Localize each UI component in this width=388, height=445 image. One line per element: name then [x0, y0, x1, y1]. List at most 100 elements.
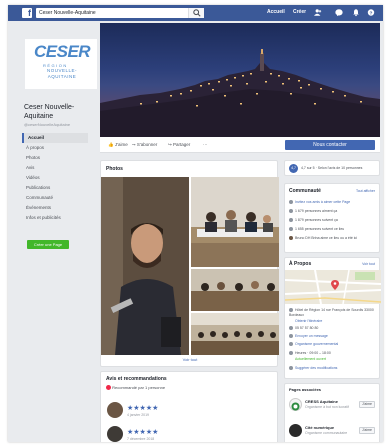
sidebar-item-communaute[interactable]: Communauté: [22, 193, 88, 203]
community-friend-row[interactable]: Bruno DH Brina aime ce lieu ou a été ici: [289, 236, 379, 241]
search-input[interactable]: Ceser Nouvelle-Aquitaine: [36, 8, 204, 18]
page-sidebar-nav: Accueil À propos Photos Avis Vidéos Publ…: [22, 133, 88, 223]
community-row-text: 1 655 personnes suivent ce lieu: [295, 227, 345, 231]
community-row-text: Bruno DH Brina aime ce lieu ou a été ici: [295, 236, 358, 240]
svg-text:?: ?: [370, 10, 373, 16]
location-pin-icon: [289, 308, 293, 313]
related-page-category: Organisme à but non lucratif: [305, 405, 349, 409]
follow-page-button[interactable]: ⤳ S'abonner: [132, 142, 157, 147]
photo-speaker-portrait[interactable]: [101, 177, 189, 355]
logo-ceser-text: CESER: [34, 42, 91, 61]
about-row-text: Organisme gouvernemental: [295, 342, 339, 346]
related-page-like-button[interactable]: J'aime: [359, 401, 375, 408]
recommendation-icon: [106, 385, 111, 391]
sidebar-item-infos-publicites[interactable]: Infos et publicités: [22, 213, 88, 223]
category-tag-icon: [289, 342, 293, 347]
photos-title: Photos: [106, 166, 123, 172]
meeting-scene: [191, 177, 279, 267]
nav-create-link[interactable]: Créer: [293, 9, 306, 15]
about-row-text: Heures · 09:00 – 18:00: [295, 351, 331, 355]
review-stars: ★★★★★: [127, 405, 159, 412]
about-title: À Propos: [289, 261, 312, 267]
like-label: J'aime: [114, 142, 128, 147]
photos-card: Photos Voir tout: [100, 160, 279, 367]
related-page-name[interactable]: Cité numérique: [305, 425, 334, 430]
page-action-bar: 👍 J'aime ⤳ S'abonner ↪ Partager ··· Nous…: [100, 137, 380, 153]
community-title: Communauté: [289, 188, 321, 194]
sidebar-item-photos[interactable]: Photos: [22, 153, 88, 163]
related-page-avatar[interactable]: [289, 398, 302, 411]
reviewer-avatar[interactable]: [107, 426, 123, 442]
photo-meeting-room-1[interactable]: [191, 177, 279, 267]
sidebar-item-a-propos[interactable]: À propos: [22, 143, 88, 153]
about-row-text: 05 57 57 80 80: [295, 326, 319, 330]
send-message-link[interactable]: Envoyer un message: [289, 334, 379, 339]
reviewer-avatar[interactable]: [107, 402, 123, 418]
page-handle[interactable]: @ceserNouvelleAquitaine: [24, 122, 70, 127]
search-icon: [193, 9, 201, 17]
related-page-like-button[interactable]: J'aime: [359, 427, 375, 434]
contact-us-button[interactable]: Nous contacter: [285, 140, 375, 150]
friend-requests-icon[interactable]: [314, 8, 322, 17]
messenger-icon[interactable]: [335, 8, 343, 17]
related-page-name[interactable]: CRESS Aquitaine: [305, 399, 338, 404]
community-likes-row: 1 679 personnes aiment ça: [289, 209, 379, 214]
assembly-scene: [191, 313, 279, 355]
community-card: Communauté Tout afficher Invitez vos ami…: [284, 183, 380, 253]
cover-photo[interactable]: [100, 23, 380, 137]
review-item[interactable]: ★★★★★ 7 décembre 2018: [107, 426, 267, 442]
community-row-text: 1 879 personnes suivent ça: [295, 218, 338, 222]
related-page-category: Organisme communautaire: [305, 431, 348, 435]
invite-friends-link[interactable]: Invitez vos amis à aimer cette Page: [289, 200, 379, 205]
about-row-text: Envoyer un message: [295, 334, 328, 338]
related-pages-title: Pages associées: [289, 387, 322, 392]
share-page-button[interactable]: ↪ Partager: [168, 142, 190, 148]
facebook-logo-icon[interactable]: f: [22, 8, 32, 18]
sidebar-item-avis[interactable]: Avis: [22, 163, 88, 173]
phone-icon: [289, 326, 293, 331]
clock-icon: [289, 351, 293, 356]
notifications-icon[interactable]: [352, 8, 360, 17]
more-options-button[interactable]: ···: [203, 142, 208, 147]
community-checkins-row: 1 655 personnes suivent ce lieu: [289, 227, 379, 232]
profile-picture[interactable]: CESER RÉGION NOUVELLE-AQUITAINE: [25, 39, 97, 89]
friend-avatar-icon: [289, 236, 293, 241]
location-map[interactable]: [285, 270, 381, 304]
like-page-button[interactable]: 👍 J'aime: [108, 142, 128, 148]
rating-text: 4,7 sur 5 · Selon l'avis de 10 personnes: [301, 166, 363, 170]
community-follows-row: 1 879 personnes suivent ça: [289, 218, 379, 223]
nav-home-link[interactable]: Accueil: [267, 9, 285, 15]
get-directions-link[interactable]: Obtenir l'itinéraire: [289, 319, 379, 324]
related-page-avatar[interactable]: [289, 424, 302, 437]
suggest-edits-link[interactable]: Suggérer des modifications: [289, 366, 379, 371]
photos-see-all-link[interactable]: Voir tout: [101, 357, 279, 362]
create-page-button[interactable]: Créer une Page: [27, 240, 69, 249]
sidebar-item-videos[interactable]: Vidéos: [22, 173, 88, 183]
hours-row[interactable]: Heures · 09:00 – 18:00: [289, 351, 379, 356]
reviews-summary-text: Recommandé par 1 personne: [112, 385, 166, 390]
help-icon[interactable]: ?: [367, 8, 375, 17]
address-row: Hôtel de Région 14 rue François de Sourd…: [289, 308, 379, 317]
related-page-item[interactable]: Cité numérique Organisme communautaire J…: [289, 424, 379, 442]
sidebar-item-evenements[interactable]: Événements: [22, 203, 88, 213]
about-see-all-link[interactable]: Voir tout: [362, 262, 375, 266]
reviews-summary: Recommandé par 1 personne: [106, 385, 166, 391]
about-row-text: Suggérer des modifications: [295, 366, 338, 370]
photo-meeting-room-2[interactable]: [191, 269, 279, 311]
page-title[interactable]: Ceser Nouvelle-Aquitaine: [24, 103, 94, 121]
cover-city-night-image: [100, 49, 380, 137]
sidebar-item-publications[interactable]: Publications: [22, 183, 88, 193]
rating-card[interactable]: 4,7 4,7 sur 5 · Selon l'avis de 10 perso…: [284, 160, 380, 176]
category-link[interactable]: Organisme gouvernemental: [289, 342, 379, 347]
related-pages-card: Pages associées CRESS Aquitaine Organism…: [284, 383, 380, 442]
photo-assembly-hall[interactable]: [191, 313, 279, 355]
messenger-small-icon: [289, 334, 293, 339]
logo-nouvelle-aquitaine-text: NOUVELLE-AQUITAINE: [46, 68, 77, 79]
related-page-item[interactable]: CRESS Aquitaine Organisme à but non lucr…: [289, 398, 379, 420]
search-button[interactable]: [188, 8, 204, 18]
review-item[interactable]: ★★★★★ 4 janvier 2019: [107, 402, 267, 424]
open-now-status: Actuellement ouvert: [295, 357, 326, 361]
community-row-text: Invitez vos amis à aimer cette Page: [295, 200, 351, 204]
sidebar-item-accueil[interactable]: Accueil: [22, 133, 88, 143]
community-see-all-link[interactable]: Tout afficher: [356, 189, 375, 193]
